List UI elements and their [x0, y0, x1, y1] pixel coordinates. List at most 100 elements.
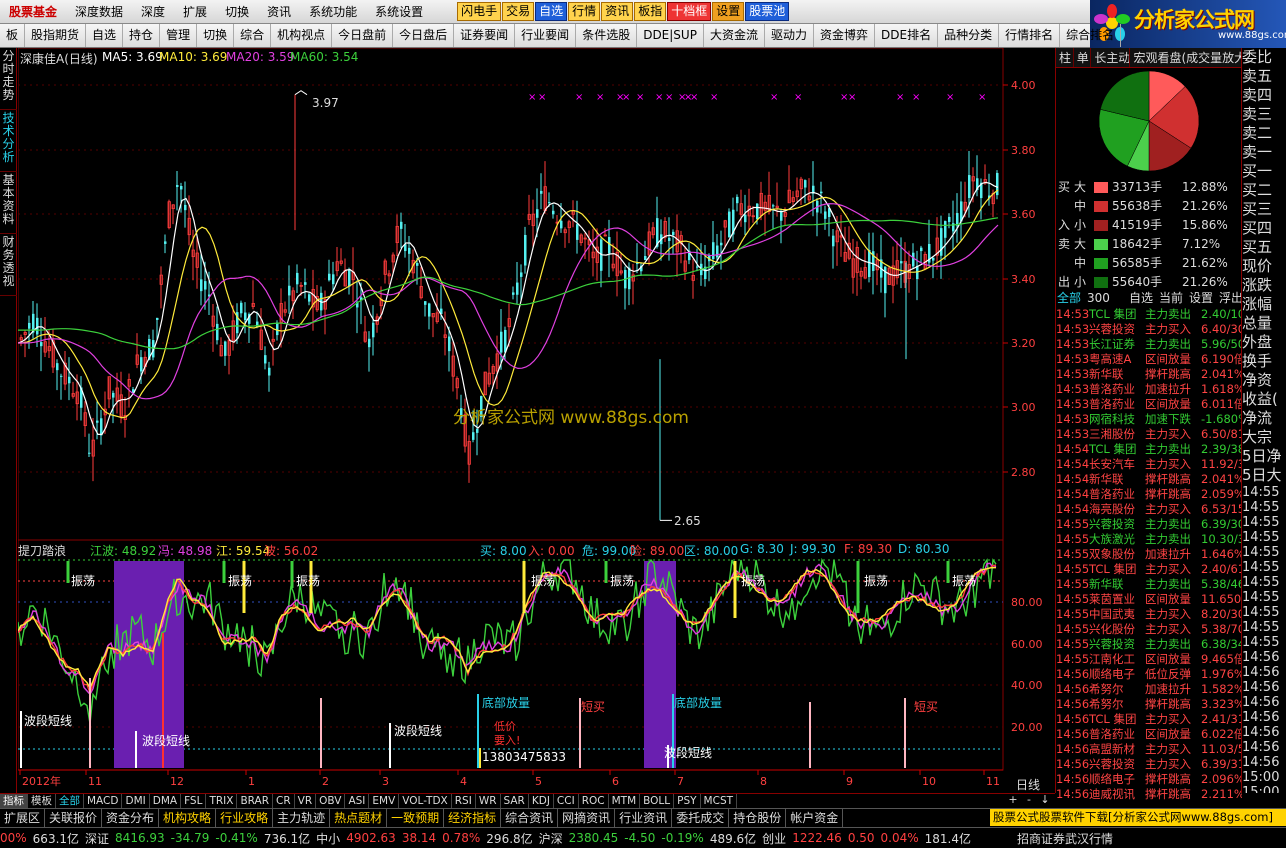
category-tab-2[interactable]: 资金分布	[102, 809, 160, 827]
tab-technical-analysis[interactable]: 技术分析	[0, 110, 17, 172]
indicator-tab-cr[interactable]: CR	[273, 794, 295, 808]
function-tab-17[interactable]: DDE排名	[875, 24, 939, 47]
alert-filter-4[interactable]: 设置	[1189, 290, 1213, 306]
category-tab-11[interactable]: 行业资讯	[615, 809, 673, 827]
category-tab-14[interactable]: 帐户资金	[786, 809, 844, 827]
function-tab-9[interactable]: 今日盘后	[393, 24, 455, 47]
tab-single[interactable]: 单	[1074, 48, 1092, 67]
quick-button-settings[interactable]: 设置	[712, 2, 745, 21]
alert-list-item[interactable]: 14:56 顺络电子 低位反弹 1.976%	[1056, 667, 1242, 682]
indicator-tab-brar[interactable]: BRAR	[237, 794, 273, 808]
function-tab-10[interactable]: 证券要闻	[454, 24, 516, 47]
function-tab-15[interactable]: 驱动力	[765, 24, 814, 47]
indicator-tab-boll[interactable]: BOLL	[640, 794, 675, 808]
period-button[interactable]: 日线	[1016, 776, 1041, 793]
alert-list-item[interactable]: 14:56 普洛药业 区间放量 6.022倍	[1056, 727, 1242, 742]
menu-item-switch[interactable]: 切换	[216, 0, 258, 24]
indicator-tab-mcst[interactable]: MCST	[701, 794, 738, 808]
alert-list-item[interactable]: 14:56 希努尔 撑杆跳高 3.323%	[1056, 697, 1242, 712]
category-tab-7[interactable]: 一致预期	[387, 809, 445, 827]
function-tab-1[interactable]: 股指期货	[25, 24, 87, 47]
alert-list-item[interactable]: 14:53 兴蓉投资 主力买入 6.40/30	[1056, 322, 1242, 337]
alert-list-item[interactable]: 14:55 兴化股份 主力买入 5.38/70	[1056, 622, 1242, 637]
function-tab-8[interactable]: 今日盘前	[332, 24, 394, 47]
alert-filter-5[interactable]: 浮出	[1219, 290, 1242, 306]
alert-list-item[interactable]: 14:56 迪威视讯 撑杆跳高 2.211%	[1056, 787, 1242, 802]
alert-list-item[interactable]: 14:56 兴蓉投资 主力买入 6.39/31	[1056, 757, 1242, 772]
function-tab-16[interactable]: 资金博弈	[814, 24, 875, 47]
alert-list-item[interactable]: 14:53 普洛药业 加速拉升 1.618%	[1056, 382, 1242, 397]
function-tab-2[interactable]: 自选	[86, 24, 124, 47]
function-tab-18[interactable]: 品种分类	[938, 24, 1000, 47]
quick-button-flash[interactable]: 闪电手	[457, 2, 502, 21]
function-tab-13[interactable]: DDE|SUP	[637, 24, 704, 47]
function-tab-14[interactable]: 大资金流	[704, 24, 765, 47]
indicator-tab-wr[interactable]: WR	[476, 794, 501, 808]
indicator-tab-rsi[interactable]: RSI	[452, 794, 476, 808]
alert-filter-1[interactable]: 300	[1087, 290, 1110, 306]
indicator-tab-fsl[interactable]: FSL	[181, 794, 207, 808]
scroll-down-button[interactable]: ↓	[1037, 793, 1053, 808]
indicator-tab-1[interactable]: 模板	[28, 794, 56, 808]
function-tab-3[interactable]: 持仓	[123, 24, 161, 47]
indicator-tab-kdj[interactable]: KDJ	[529, 794, 554, 808]
alert-list-item[interactable]: 14:54 海亮股份 主力买入 6.53/15	[1056, 502, 1242, 517]
alert-list-item[interactable]: 14:53 粤高速A 区间放量 6.190倍	[1056, 352, 1242, 367]
tab-macro[interactable]: 宏观看盘(成交量放大)	[1130, 48, 1243, 67]
function-tab-6[interactable]: 综合	[234, 24, 272, 47]
alert-list-item[interactable]: 14:53 普洛药业 区间放量 6.011倍	[1056, 397, 1242, 412]
indicator-tab-mtm[interactable]: MTM	[609, 794, 641, 808]
alert-list-item[interactable]: 14:53 长江证券 主力卖出 5.96/50	[1056, 337, 1242, 352]
ad-banner[interactable]: 股票公式股票软件下载[分析家公式网www.88gs.com]	[990, 809, 1286, 826]
tab-basic-info[interactable]: 基本资料	[0, 172, 17, 234]
function-tab-5[interactable]: 切换	[197, 24, 235, 47]
alert-list-item[interactable]: 14:55 新华联 主力卖出 5.38/46	[1056, 577, 1242, 592]
category-tab-12[interactable]: 委托成交	[672, 809, 730, 827]
alert-list-item[interactable]: 14:55 兴蓉投资 主力卖出 6.39/30	[1056, 517, 1242, 532]
alert-list-item[interactable]: 14:55 双象股份 加速拉升 1.646%	[1056, 547, 1242, 562]
tab-long-active[interactable]: 长主动	[1091, 48, 1131, 67]
function-tab-0[interactable]: 板	[0, 24, 26, 47]
quick-button-ten-level[interactable]: 十档框	[667, 2, 712, 21]
function-tab-20[interactable]: 综合排名	[1060, 24, 1122, 47]
indicator-tab-psy[interactable]: PSY	[674, 794, 701, 808]
alert-list-item[interactable]: 14:54 长安汽车 主力买入 11.92/3	[1056, 457, 1242, 472]
indicator-tab-emv[interactable]: EMV	[369, 794, 400, 808]
alert-list-item[interactable]: 14:56 希努尔 加速拉升 1.582%	[1056, 682, 1242, 697]
indicator-tab-dma[interactable]: DMA	[150, 794, 182, 808]
zoom-out-button[interactable]: -	[1021, 793, 1037, 808]
indicator-tab-asi[interactable]: ASI	[345, 794, 370, 808]
quick-button-watchlist[interactable]: 自选	[535, 2, 568, 21]
alert-list-item[interactable]: 14:56 TCL 集团 主力买入 2.41/31	[1056, 712, 1242, 727]
indicator-tab-obv[interactable]: OBV	[316, 794, 346, 808]
alert-filter-2[interactable]: 自选	[1129, 290, 1153, 306]
alert-list-item[interactable]: 14:56 顺络电子 撑杆跳高 2.096%	[1056, 772, 1242, 787]
alert-list-item[interactable]: 14:55 大族激光 主力卖出 10.30/3	[1056, 532, 1242, 547]
category-tab-8[interactable]: 经济指标	[444, 809, 502, 827]
tab-intraday[interactable]: 分时走势	[0, 48, 17, 110]
function-tab-11[interactable]: 行业要闻	[515, 24, 577, 47]
menu-item-depth[interactable]: 深度	[132, 0, 174, 24]
category-tab-1[interactable]: 关联报价	[45, 809, 103, 827]
category-tab-6[interactable]: 热点题材	[330, 809, 388, 827]
function-tab-12[interactable]: 条件选股	[576, 24, 638, 47]
alert-filter-3[interactable]: 当前	[1159, 290, 1183, 306]
indicator-tab-sar[interactable]: SAR	[501, 794, 529, 808]
category-tab-0[interactable]: 扩展区	[0, 809, 46, 827]
quick-button-stock-pool[interactable]: 股票池	[745, 2, 790, 21]
quick-button-news[interactable]: 资讯	[601, 2, 634, 21]
alert-list-item[interactable]: 14:54 普洛药业 撑杆跳高 2.059%	[1056, 487, 1242, 502]
indicator-tab-trix[interactable]: TRIX	[206, 794, 238, 808]
indicator-tab-vr[interactable]: VR	[295, 794, 317, 808]
alert-list-item[interactable]: 14:54 新华联 撑杆跳高 2.041%	[1056, 472, 1242, 487]
indicator-tab-voltdx[interactable]: VOL-TDX	[399, 794, 452, 808]
zoom-in-button[interactable]: +	[1005, 793, 1021, 808]
quick-button-trade[interactable]: 交易	[502, 2, 535, 21]
function-tab-4[interactable]: 管理	[160, 24, 198, 47]
quick-button-quote[interactable]: 行情	[568, 2, 601, 21]
function-tab-19[interactable]: 行情排名	[999, 24, 1061, 47]
category-tab-3[interactable]: 机构攻略	[159, 809, 217, 827]
function-tab-7[interactable]: 机构视点	[271, 24, 333, 47]
menu-item-expand[interactable]: 扩展	[174, 0, 216, 24]
alert-list-item[interactable]: 14:56 高盟新材 主力买入 11.03/5	[1056, 742, 1242, 757]
